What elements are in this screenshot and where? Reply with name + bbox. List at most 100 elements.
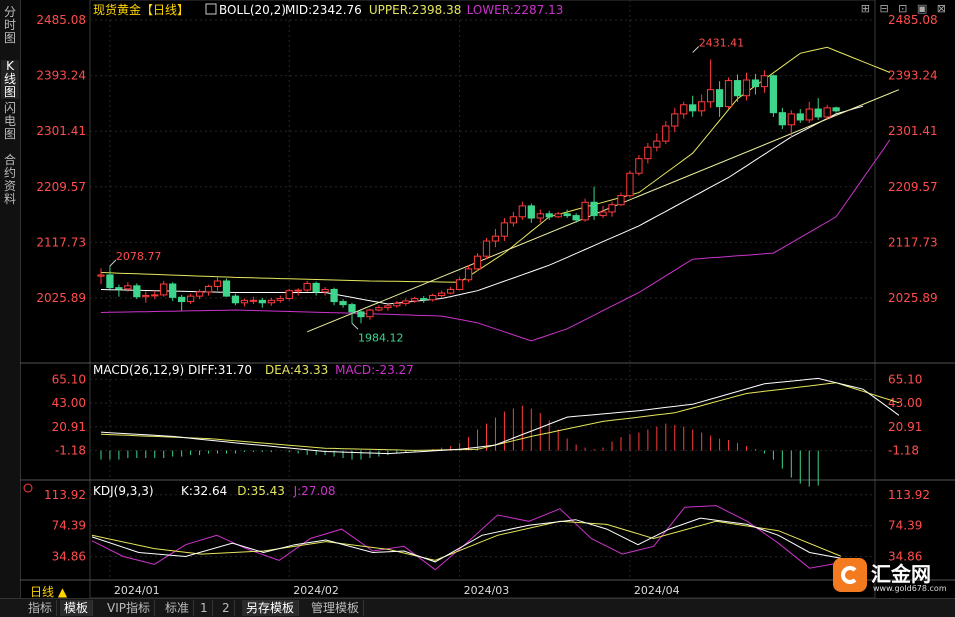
candle-29: [357, 310, 365, 324]
candle-body-79: [805, 108, 813, 121]
macd-ytick-right-2: 20.91: [888, 420, 922, 434]
candle-body-18: [258, 299, 266, 304]
main-ytick-left-0: 2485.08: [36, 13, 86, 27]
candle-body-10: [186, 295, 195, 303]
window-toolbar-icons[interactable]: ⊞ ⊟ ⊡ ▣ ⊠: [861, 2, 949, 15]
kdj-k-line: [91, 517, 841, 563]
candle-body-74: [760, 75, 769, 88]
candle-70: [724, 77, 733, 110]
candle-body-77: [787, 113, 795, 126]
candle-25: [321, 287, 329, 296]
candle-82: [832, 106, 840, 113]
candle-body-7: [160, 283, 168, 296]
candle-body-32: [384, 305, 392, 309]
candle-37: [429, 293, 437, 302]
candle-body-41: [464, 268, 473, 281]
candle-body-5: [142, 295, 150, 298]
candle-body-47: [518, 205, 526, 218]
candle-body-68: [706, 89, 715, 103]
candle-body-73: [751, 79, 760, 88]
candle-body-35: [411, 298, 419, 302]
candle-18: [258, 297, 266, 308]
candle-body-48: [527, 205, 535, 219]
kdj-d-line: [91, 520, 841, 561]
candle-body-29: [357, 311, 365, 318]
candle-38: [438, 290, 446, 299]
macd-ytick-right-3: -1.18: [888, 444, 919, 458]
candle-41: [464, 265, 473, 283]
candle-body-24: [312, 282, 320, 293]
candle-body-82: [832, 107, 840, 112]
candle-32: [384, 303, 392, 311]
bottom-tab-0[interactable]: 指标: [24, 600, 58, 616]
xtick-2: 2024/03: [464, 584, 510, 597]
candle-30: [366, 308, 374, 320]
macd-legend-2: MACD:-23.27: [335, 363, 414, 377]
candle-body-33: [393, 302, 401, 307]
candle-body-16: [240, 299, 249, 304]
candle-58: [617, 192, 625, 206]
candle-68: [706, 59, 715, 108]
candle-80: [814, 98, 822, 120]
candle-body-26: [330, 288, 338, 303]
candle-body-81: [823, 107, 831, 118]
candle-14: [222, 278, 231, 297]
bottom-tab-4[interactable]: 1: [196, 600, 213, 616]
kdj-legend-0: K:32.64: [181, 484, 227, 498]
candle-body-51: [554, 213, 562, 218]
main-legend-2: LOWER:2287.13: [467, 3, 564, 17]
candle-body-4: [133, 285, 141, 298]
candle-24: [312, 281, 320, 296]
candle-body-17: [249, 299, 258, 302]
macd-legend-0: DIFF:31.70: [188, 363, 252, 377]
candle-64: [671, 107, 679, 133]
candle-body-21: [285, 290, 293, 300]
candle-body-42: [473, 255, 482, 270]
candle-76: [778, 107, 786, 130]
candle-body-0: [97, 274, 105, 277]
candle-body-39: [446, 288, 455, 294]
candle-body-30: [366, 309, 374, 318]
macd-ytick-left-2: 20.91: [52, 420, 86, 434]
candle-body-8: [169, 283, 177, 298]
candle-55: [590, 186, 598, 220]
xtick-0: 2024/01: [114, 584, 160, 597]
bottom-tab-2[interactable]: VIP指标: [103, 600, 155, 616]
gold678-logo-icon: [833, 558, 867, 592]
candle-body-20: [276, 298, 284, 301]
main-legend-1: UPPER:2398.38: [369, 3, 461, 17]
candle-61: [644, 142, 652, 164]
bottom-tab-6[interactable]: 另存模板: [242, 600, 300, 616]
candle-72: [742, 72, 751, 101]
chart-canvas[interactable]: 2485.08 2485.08 2393.24 2393.24 2301.41 2301.…: [0, 0, 955, 598]
kdj-legend-1: D:35.43: [237, 484, 285, 498]
main-ytick-left-1: 2393.24: [36, 69, 86, 83]
candle-1: [106, 265, 114, 290]
candle-59: [626, 170, 634, 198]
bottom-tab-1[interactable]: 模板: [60, 600, 94, 616]
boll-mid-line: [100, 105, 864, 305]
candle-23: [303, 280, 311, 292]
macd-ytick-right-0: 65.10: [888, 372, 922, 386]
candle-body-28: [348, 304, 356, 313]
bottom-tab-7[interactable]: 管理模板: [307, 600, 365, 616]
candle-75: [769, 74, 778, 117]
candle-body-55: [590, 201, 598, 217]
candle-body-52: [563, 213, 571, 217]
plot-frame: [89, 0, 876, 598]
candle-body-59: [626, 172, 634, 197]
candle-27: [339, 299, 347, 308]
candle-body-40: [455, 279, 464, 290]
candle-body-54: [581, 201, 589, 221]
annotation-2: 2431.41: [699, 36, 745, 49]
candle-54: [581, 198, 589, 222]
bottom-tab-5[interactable]: 2: [218, 600, 235, 616]
bottom-tab-3[interactable]: 标准: [161, 600, 195, 616]
watermark-text: 汇金网: [871, 562, 931, 586]
xtick-3: 2024/04: [634, 584, 680, 597]
candle-66: [689, 95, 697, 117]
candle-body-43: [482, 240, 491, 257]
candle-body-67: [698, 101, 706, 112]
candle-22: [294, 288, 302, 296]
candle-body-25: [321, 288, 329, 293]
